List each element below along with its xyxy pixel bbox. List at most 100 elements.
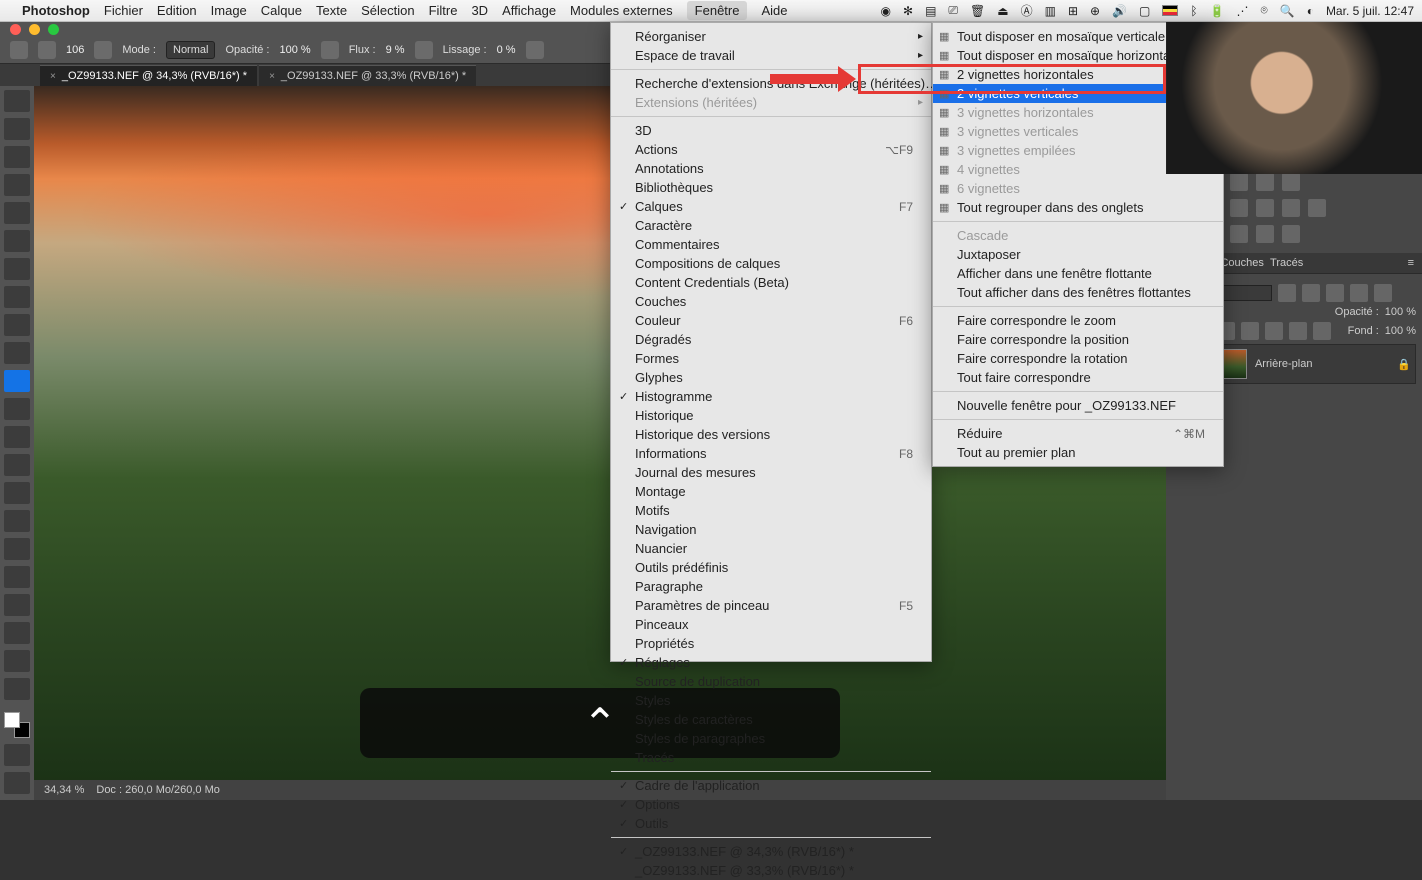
- vibrance-icon[interactable]: [1282, 173, 1300, 191]
- menu-item[interactable]: Histogramme: [611, 387, 931, 406]
- stamp-tool[interactable]: [4, 314, 30, 336]
- lock-artboard-icon[interactable]: [1289, 322, 1307, 340]
- smoothing-options-icon[interactable]: [526, 41, 544, 59]
- menu-item[interactable]: Faire correspondre le zoom: [933, 311, 1223, 330]
- opacity-value[interactable]: 100 %: [1385, 306, 1416, 318]
- menu-texte[interactable]: Texte: [316, 3, 347, 18]
- menu-item[interactable]: Options: [611, 795, 931, 814]
- menu-item[interactable]: Tout au premier plan: [933, 443, 1223, 462]
- menu-item[interactable]: Faire correspondre la rotation: [933, 349, 1223, 368]
- rectangle-tool[interactable]: [4, 482, 30, 504]
- cc-icon[interactable]: ◉: [881, 4, 891, 18]
- menu-item[interactable]: Formes: [611, 349, 931, 368]
- menu-item[interactable]: Styles de paragraphes: [611, 729, 931, 748]
- color-swatches[interactable]: [4, 712, 30, 738]
- menu-item[interactable]: Paramètres de pinceauF5: [611, 596, 931, 615]
- close-tab-icon[interactable]: ×: [269, 71, 275, 82]
- menu-item[interactable]: Propriétés: [611, 634, 931, 653]
- menu-item[interactable]: Bibliothèques: [611, 178, 931, 197]
- home-icon[interactable]: [10, 41, 28, 59]
- blur-tool[interactable]: [4, 510, 30, 532]
- menu-item[interactable]: Content Credentials (Beta): [611, 273, 931, 292]
- selection-tool[interactable]: [4, 174, 30, 196]
- wifi-icon[interactable]: ⋰: [1237, 4, 1249, 18]
- menu-item[interactable]: Tout afficher dans des fenêtres flottant…: [933, 283, 1223, 302]
- frame-tool[interactable]: [4, 230, 30, 252]
- panel-tab-channels[interactable]: Couches: [1220, 257, 1263, 269]
- menu-item[interactable]: CalquesF7: [611, 197, 931, 216]
- menu-aide[interactable]: Aide: [761, 3, 787, 18]
- gradientmap-icon[interactable]: [1282, 225, 1300, 243]
- tray-icon[interactable]: ⏏: [997, 4, 1008, 18]
- eyedropper-tool[interactable]: [4, 258, 30, 280]
- zoom-level[interactable]: 34,34 %: [44, 784, 84, 796]
- photofilter-icon[interactable]: [1256, 199, 1274, 217]
- tray-icon[interactable]: ⊕: [1090, 4, 1100, 18]
- sound-icon[interactable]: 🔊: [1112, 4, 1127, 18]
- menu-item[interactable]: Styles: [611, 691, 931, 710]
- flag-icon[interactable]: [1162, 5, 1178, 16]
- panel-menu-icon[interactable]: ≡: [1408, 257, 1414, 269]
- type-tool[interactable]: [4, 566, 30, 588]
- tray-icon[interactable]: 🗑: [970, 4, 985, 18]
- path-tool[interactable]: [4, 622, 30, 644]
- lock-icon[interactable]: 🔒: [1397, 358, 1411, 371]
- menu-item[interactable]: Espace de travail: [611, 46, 931, 65]
- close-window-icon[interactable]: [10, 24, 21, 35]
- bw-icon[interactable]: [1230, 199, 1248, 217]
- menu-item[interactable]: Styles de caractères: [611, 710, 931, 729]
- menu-selection[interactable]: Sélection: [361, 3, 414, 18]
- close-tab-icon[interactable]: ×: [50, 71, 56, 82]
- fill-value[interactable]: 100 %: [1385, 325, 1416, 337]
- menu-item[interactable]: Historique: [611, 406, 931, 425]
- brush-tool[interactable]: [4, 370, 30, 392]
- battery-icon[interactable]: 🔋: [1210, 4, 1225, 18]
- menu-modules[interactable]: Modules externes: [570, 3, 673, 18]
- opacity-value[interactable]: 100 %: [279, 44, 310, 56]
- tray-icon[interactable]: ⎚: [948, 3, 958, 18]
- quickmask-tool[interactable]: [4, 744, 30, 766]
- menu-item[interactable]: Afficher dans une fenêtre flottante: [933, 264, 1223, 283]
- tray-icon[interactable]: ▥: [1045, 4, 1056, 18]
- move-tool[interactable]: [4, 90, 30, 112]
- menu-edition[interactable]: Edition: [157, 3, 197, 18]
- menu-item[interactable]: Annotations: [611, 159, 931, 178]
- menu-calque[interactable]: Calque: [261, 3, 302, 18]
- pen-tool[interactable]: [4, 594, 30, 616]
- menu-item[interactable]: Réorganiser: [611, 27, 931, 46]
- menu-item[interactable]: Outils prédéfinis: [611, 558, 931, 577]
- menu-item[interactable]: Réduire⌃⌘M: [933, 424, 1223, 443]
- dodge-tool[interactable]: [4, 538, 30, 560]
- search-icon[interactable]: 🔍: [1280, 4, 1295, 18]
- history-brush-tool[interactable]: [4, 398, 30, 420]
- menu-item[interactable]: Paragraphe: [611, 577, 931, 596]
- marquee-tool[interactable]: [4, 118, 30, 140]
- airbrush-icon[interactable]: [415, 41, 433, 59]
- layer-name[interactable]: Arrière-plan: [1255, 358, 1312, 370]
- menu-item[interactable]: Juxtaposer: [933, 245, 1223, 264]
- screenmode-tool[interactable]: [4, 772, 30, 794]
- menu-item[interactable]: Historique des versions: [611, 425, 931, 444]
- pressure-opacity-icon[interactable]: [321, 41, 339, 59]
- menu-item[interactable]: Tracés: [611, 748, 931, 767]
- menu-item[interactable]: Montage: [611, 482, 931, 501]
- menu-item[interactable]: Journal des mesures: [611, 463, 931, 482]
- channelmixer-icon[interactable]: [1282, 199, 1300, 217]
- menu-item[interactable]: Nuancier: [611, 539, 931, 558]
- menu-item[interactable]: Pinceaux: [611, 615, 931, 634]
- menu-item[interactable]: Caractère: [611, 216, 931, 235]
- zoom-window-icon[interactable]: [48, 24, 59, 35]
- menu-item[interactable]: Outils: [611, 814, 931, 833]
- menu-item[interactable]: Tout faire correspondre: [933, 368, 1223, 387]
- exposure-icon[interactable]: [1256, 173, 1274, 191]
- document-tab[interactable]: ×_OZ99133.NEF @ 34,3% (RVB/16*) *: [40, 65, 257, 86]
- menu-item[interactable]: Commentaires: [611, 235, 931, 254]
- filter-adj-icon[interactable]: [1302, 284, 1320, 302]
- doc-info[interactable]: Doc : 260,0 Mo/260,0 Mo: [96, 784, 220, 796]
- menu-3d[interactable]: 3D: [471, 3, 488, 18]
- minimize-window-icon[interactable]: [29, 24, 40, 35]
- menu-item[interactable]: Navigation: [611, 520, 931, 539]
- lasso-tool[interactable]: [4, 146, 30, 168]
- tray-icon[interactable]: ⊞: [1068, 4, 1078, 18]
- hand-tool[interactable]: [4, 650, 30, 672]
